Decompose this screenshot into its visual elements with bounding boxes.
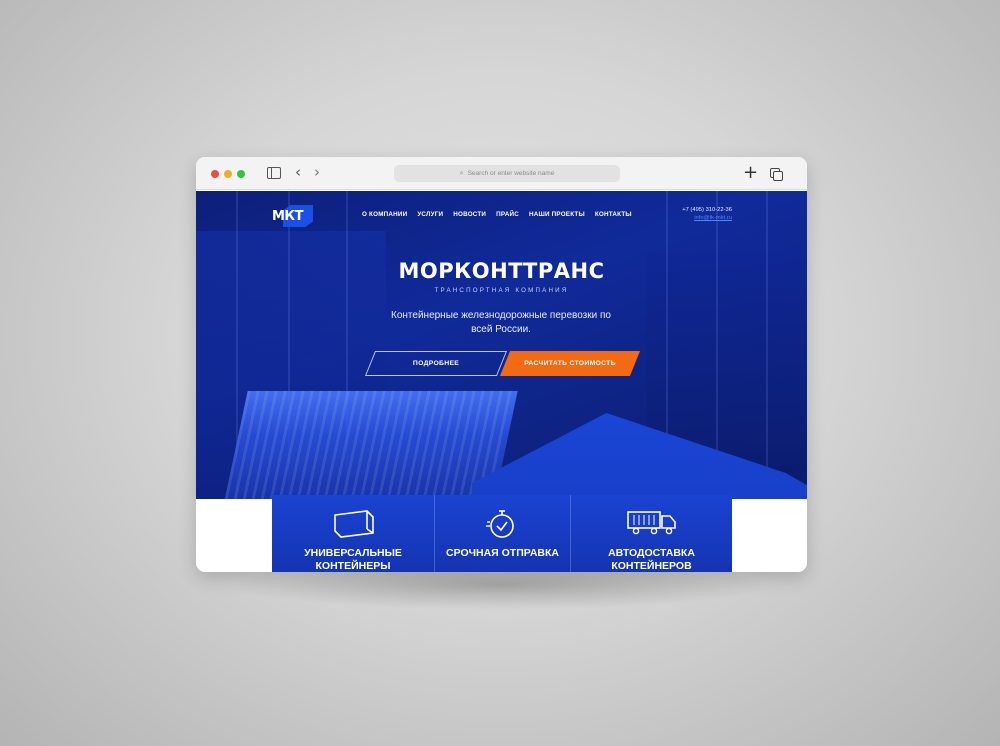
nav-item-about[interactable]: О КОМПАНИИ: [362, 211, 407, 218]
address-bar-placeholder: Search or enter website name: [467, 170, 555, 177]
more-button[interactable]: ПОДРОБНЕЕ: [370, 351, 502, 376]
browser-toolbar: ‹ › ⌕ Search or enter website name +: [196, 157, 807, 190]
hero-subtitle: ТРАНСПОРТНАЯ КОМПАНИЯ: [434, 287, 569, 294]
feature-label-urgent: СРОЧНАЯ ОТПРАВКА: [446, 547, 559, 559]
more-button-label: ПОДРОБНЕЕ: [412, 360, 460, 367]
forward-button[interactable]: ›: [314, 165, 320, 180]
truck-icon: [627, 511, 676, 535]
feature-card-delivery[interactable]: АВТОДОСТАВКА КОНТЕЙНЕРОВ: [571, 495, 732, 572]
background-stripe: [766, 191, 768, 499]
close-window-button[interactable]: [211, 170, 219, 178]
email-link[interactable]: info@tk-mkt.ru: [678, 215, 732, 221]
feature-card-urgent[interactable]: СРОЧНАЯ ОТПРАВКА: [435, 495, 570, 572]
back-button[interactable]: ‹: [295, 165, 301, 180]
hero-tagline: Контейнерные железнодорожные перевозки п…: [391, 310, 611, 335]
hero-section: МКТ О КОМПАНИИ УСЛУГИ НОВОСТИ ПРАЙС НАШИ…: [196, 191, 807, 499]
phone-link[interactable]: +7 (495) 310-22-36: [678, 207, 732, 213]
header-contacts: +7 (495) 310-22-36 info@tk-mkt.ru: [678, 207, 732, 221]
plus-icon[interactable]: +: [743, 163, 758, 183]
tabs-icon[interactable]: [770, 168, 783, 181]
calculate-cost-button[interactable]: РАСЧИТАТЬ СТОИМОСТЬ: [505, 351, 635, 376]
logo-text: МКТ: [272, 209, 303, 224]
minimize-window-button[interactable]: [224, 170, 232, 178]
stopwatch-icon: [486, 510, 514, 538]
feature-label-delivery: АВТОДОСТАВКА КОНТЕЙНЕРОВ: [608, 547, 695, 572]
maximize-window-button[interactable]: [237, 170, 245, 178]
feature-card-containers[interactable]: УНИВЕРСАЛЬНЫЕ КОНТЕЙНЕРЫ: [272, 495, 434, 572]
features-panel: УНИВЕРСАЛЬНЫЕ КОНТЕЙНЕРЫ СРОЧНАЯ ОТПРАВК…: [272, 495, 732, 572]
container-icon: [334, 510, 374, 538]
nav-item-services[interactable]: УСЛУГИ: [417, 211, 443, 218]
browser-window: ‹ › ⌕ Search or enter website name + МКТ…: [196, 157, 807, 572]
feature-label-containers: УНИВЕРСАЛЬНЫЕ КОНТЕЙНЕРЫ: [304, 547, 402, 572]
calculate-cost-button-label: РАСЧИТАТЬ СТОИМОСТЬ: [524, 360, 616, 367]
address-bar[interactable]: ⌕ Search or enter website name: [394, 165, 620, 182]
nav-item-contacts[interactable]: КОНТАКТЫ: [595, 211, 632, 218]
sidebar-icon[interactable]: [267, 167, 281, 179]
nav-item-news[interactable]: НОВОСТИ: [453, 211, 486, 218]
nav-item-projects[interactable]: НАШИ ПРОЕКТЫ: [529, 211, 585, 218]
hero-title: МОРКОНТТРАНС: [398, 259, 605, 283]
nav-item-price[interactable]: ПРАЙС: [496, 211, 519, 218]
main-nav: О КОМПАНИИ УСЛУГИ НОВОСТИ ПРАЙС НАШИ ПРО…: [362, 211, 632, 218]
site-logo[interactable]: МКТ: [272, 205, 313, 227]
search-icon: ⌕: [459, 169, 464, 177]
